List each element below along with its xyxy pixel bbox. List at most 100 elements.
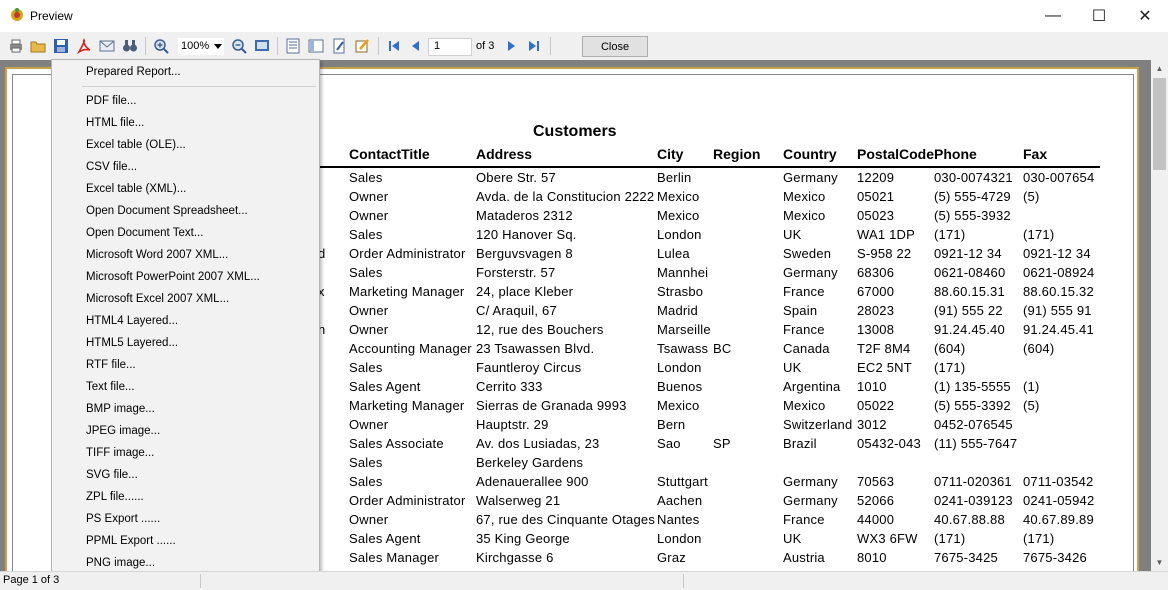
export-menu-item[interactable]: Excel table (XML)... bbox=[86, 183, 186, 195]
export-menu-item[interactable]: SVG file... bbox=[86, 469, 138, 481]
page-number-input[interactable]: 1 bbox=[428, 38, 472, 56]
export-menu-item[interactable]: PS Export ...... bbox=[86, 513, 160, 525]
zoom-in-icon[interactable] bbox=[151, 36, 171, 56]
cell-contacttitle: Sales bbox=[349, 455, 383, 470]
cell-phone: (11) 555-7647 bbox=[934, 436, 1018, 451]
cell-city: London bbox=[657, 360, 702, 375]
header-divider bbox=[311, 166, 1100, 168]
cell-city: Marseille bbox=[657, 322, 711, 337]
edit-icon[interactable] bbox=[329, 36, 349, 56]
cell-address: 120 Hanover Sq. bbox=[476, 227, 577, 242]
scroll-down-icon[interactable]: ▼ bbox=[1151, 554, 1168, 571]
export-menu-item[interactable]: RTF file... bbox=[86, 359, 136, 371]
cell-contacttitle: Sales bbox=[349, 265, 383, 280]
cell-phone: 7675-3425 bbox=[934, 550, 998, 565]
cell-address: Kirchgasse 6 bbox=[476, 550, 554, 565]
close-window-button[interactable]: ✕ bbox=[1122, 0, 1168, 32]
cell-contacttitle: Marketing Manager bbox=[349, 284, 465, 299]
cell-contacttitle: Order Administrator bbox=[349, 246, 466, 261]
header-contacttitle: ContactTitle bbox=[349, 146, 430, 162]
design-icon[interactable] bbox=[352, 36, 372, 56]
cell-phone: 0711-020361 bbox=[934, 474, 1012, 489]
first-page-icon[interactable] bbox=[384, 36, 404, 56]
cell-postalcode: 05023 bbox=[857, 208, 895, 223]
cell-fax: 0921-12 34 bbox=[1023, 246, 1091, 261]
full-screen-icon[interactable] bbox=[252, 36, 272, 56]
cell-country: France bbox=[783, 322, 825, 337]
cell-city: Berlin bbox=[657, 170, 692, 185]
app-icon bbox=[9, 7, 25, 23]
thumbnails-icon[interactable] bbox=[306, 36, 326, 56]
zoom-out-icon[interactable] bbox=[229, 36, 249, 56]
cell-phone: (1) 135-5555 bbox=[934, 379, 1011, 394]
vertical-scrollbar[interactable]: ▲ ▼ bbox=[1151, 60, 1168, 571]
cell-address: Berkeley Gardens bbox=[476, 455, 584, 470]
email-icon[interactable] bbox=[97, 36, 117, 56]
export-menu-item[interactable]: PPML Export ...... bbox=[86, 535, 176, 547]
cell-address: Mataderos 2312 bbox=[476, 208, 573, 223]
cell-contacttitle: Sales bbox=[349, 227, 383, 242]
export-menu-item[interactable]: HTML4 Layered... bbox=[86, 315, 178, 327]
toolbar-separator bbox=[550, 37, 551, 55]
export-menu-item[interactable]: Microsoft PowerPoint 2007 XML... bbox=[86, 271, 260, 283]
cell-contacttitle: Owner bbox=[349, 417, 389, 432]
cell-region: BC bbox=[713, 341, 732, 356]
export-menu-item[interactable]: JPEG image... bbox=[86, 425, 160, 437]
cell-postalcode: 05432-043 bbox=[857, 436, 921, 451]
cell-address: Forsterstr. 57 bbox=[476, 265, 556, 280]
export-menu-item[interactable]: HTML file... bbox=[86, 117, 144, 129]
scroll-up-icon[interactable]: ▲ bbox=[1151, 60, 1168, 77]
cell-postalcode: 05021 bbox=[857, 189, 895, 204]
cell-address: 24, place Kleber bbox=[476, 284, 574, 299]
prev-page-icon[interactable] bbox=[406, 36, 426, 56]
status-bar: Page 1 of 3 bbox=[0, 571, 1168, 590]
export-menu-item[interactable]: Prepared Report... bbox=[86, 66, 181, 78]
export-menu-item[interactable]: TIFF image... bbox=[86, 447, 154, 459]
page-count-label: of 3 bbox=[476, 40, 495, 52]
export-menu-item[interactable]: Open Document Spreadsheet... bbox=[86, 205, 248, 217]
export-menu-item[interactable]: PNG image... bbox=[86, 557, 155, 569]
next-page-icon[interactable] bbox=[501, 36, 521, 56]
report-title: Customers bbox=[533, 123, 617, 140]
find-icon[interactable] bbox=[120, 36, 140, 56]
last-page-icon[interactable] bbox=[524, 36, 544, 56]
close-button[interactable]: Close bbox=[582, 36, 648, 57]
export-menu-item[interactable]: ZPL file...... bbox=[86, 491, 144, 503]
zoom-select[interactable]: 100% bbox=[178, 38, 224, 55]
export-menu-item[interactable]: Open Document Text... bbox=[86, 227, 203, 239]
export-menu-item[interactable]: CSV file... bbox=[86, 161, 137, 173]
export-menu-item[interactable]: BMP image... bbox=[86, 403, 155, 415]
cell-address: Obere Str. 57 bbox=[476, 170, 556, 185]
cell-postalcode: 28023 bbox=[857, 303, 895, 318]
save-icon[interactable] bbox=[51, 36, 71, 56]
export-menu-item[interactable]: Microsoft Word 2007 XML... bbox=[86, 249, 228, 261]
cell-country: Sweden bbox=[783, 246, 832, 261]
header-city: City bbox=[657, 146, 684, 162]
menu-separator bbox=[82, 86, 316, 87]
cell-country: Germany bbox=[783, 170, 838, 185]
cell-contacttitle: Owner bbox=[349, 322, 389, 337]
export-menu-item[interactable]: Microsoft Excel 2007 XML... bbox=[86, 293, 229, 305]
export-menu-item[interactable]: HTML5 Layered... bbox=[86, 337, 178, 349]
export-menu-item[interactable]: Text file... bbox=[86, 381, 135, 393]
export-menu-item[interactable]: PDF file... bbox=[86, 95, 136, 107]
outline-icon[interactable] bbox=[283, 36, 303, 56]
minimize-button[interactable]: — bbox=[1030, 0, 1076, 32]
pdf-icon[interactable] bbox=[74, 36, 94, 56]
print-icon[interactable] bbox=[6, 36, 26, 56]
export-menu-item[interactable]: Excel table (OLE)... bbox=[86, 139, 186, 151]
cell-contacttitle: Order Administrator bbox=[349, 493, 466, 508]
cell-phone: (5) 555-4729 bbox=[934, 189, 1011, 204]
cell-phone: (91) 555 22 bbox=[934, 303, 1003, 318]
cell-country: Mexico bbox=[783, 398, 826, 413]
cell-contacttitle: Sales Manager bbox=[349, 550, 440, 565]
toolbar: 100% 1 of 3 Close bbox=[0, 32, 1168, 60]
open-icon[interactable] bbox=[28, 36, 48, 56]
header-country: Country bbox=[783, 146, 837, 162]
maximize-button[interactable]: ☐ bbox=[1076, 0, 1122, 32]
cell-city: Mexico bbox=[657, 189, 700, 204]
scroll-thumb[interactable] bbox=[1153, 78, 1166, 170]
cell-postalcode: T2F 8M4 bbox=[857, 341, 911, 356]
cell-contacttitle: Owner bbox=[349, 208, 389, 223]
cell-postalcode: 05022 bbox=[857, 398, 895, 413]
